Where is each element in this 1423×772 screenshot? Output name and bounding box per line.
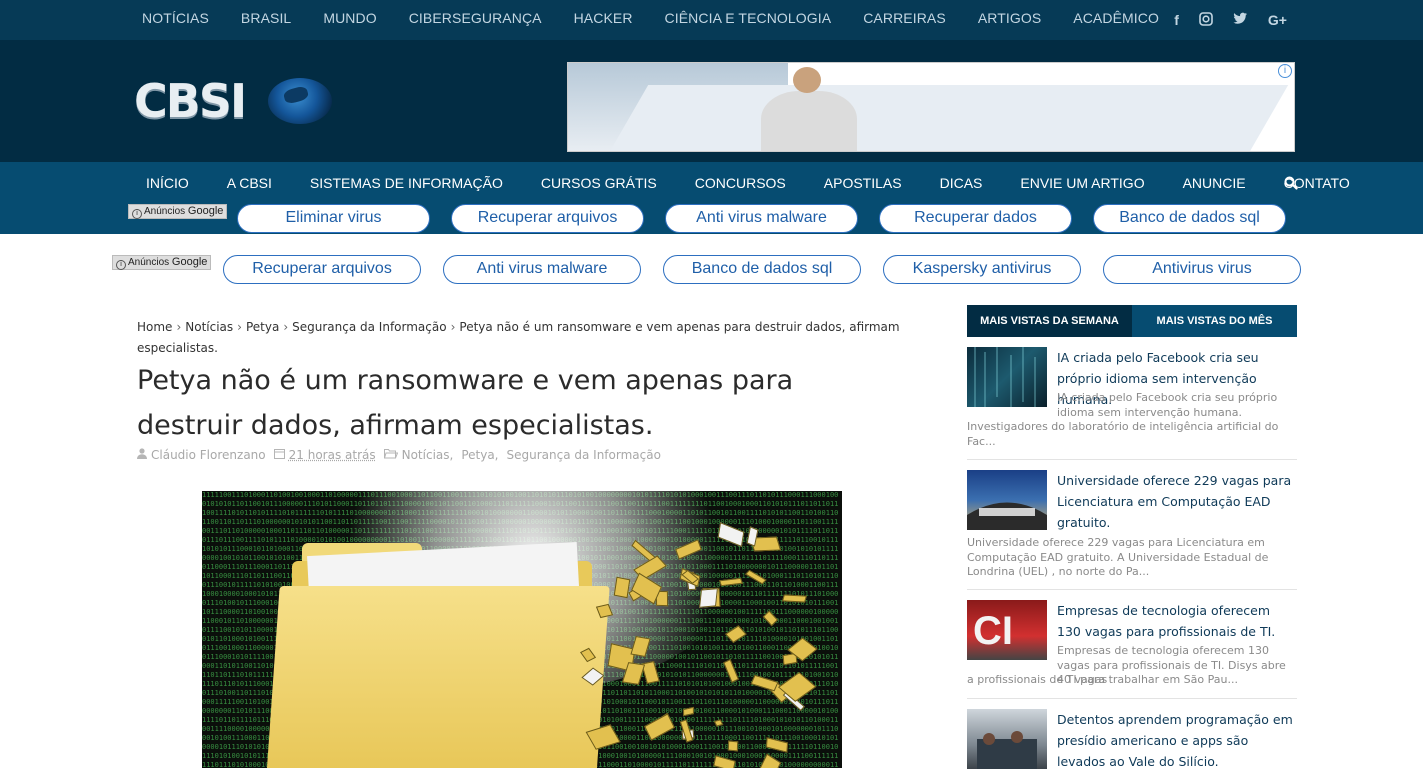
- topnav-ciencia-tecnologia[interactable]: CIÊNCIA E TECNOLOGIA: [649, 0, 848, 40]
- ad-info-icon[interactable]: i: [1278, 64, 1292, 78]
- top-nav: NOTÍCIAS BRASIL MUNDO CIBERSEGURANÇA HAC…: [126, 0, 1175, 40]
- facebook-icon[interactable]: f: [1174, 12, 1179, 28]
- list-item[interactable]: CI Empresas de tecnologia oferecem 130 v…: [967, 600, 1297, 690]
- chevron-right-icon: ›: [283, 320, 288, 334]
- topnav-ciberseguranca[interactable]: CIBERSEGURANÇA: [393, 0, 558, 40]
- topnav-brasil[interactable]: BRASIL: [225, 0, 307, 40]
- breadcrumb-home[interactable]: Home: [137, 320, 172, 334]
- nav-inicio[interactable]: INÍCIO: [127, 162, 208, 204]
- post-excerpt: a profissionais de TI para trabalhar em …: [967, 673, 1297, 688]
- list-item[interactable]: Detentos aprendem programação em presídi…: [967, 709, 1297, 769]
- ad-link[interactable]: Eliminar virus: [237, 204, 430, 233]
- list-item[interactable]: Universidade oferece 229 vagas para Lice…: [967, 470, 1297, 580]
- nav-envie-artigo[interactable]: ENVIE UM ARTIGO: [1001, 162, 1163, 204]
- ads-label[interactable]: i Anúncios Google: [112, 255, 211, 270]
- breadcrumb-petya[interactable]: Petya: [246, 320, 279, 334]
- topnav-noticias[interactable]: NOTÍCIAS: [126, 0, 225, 40]
- post-title[interactable]: Detentos aprendem programação em presídi…: [1057, 709, 1297, 772]
- nav-anuncie[interactable]: ANUNCIE: [1164, 162, 1265, 204]
- ad-link[interactable]: Banco de dados sql: [1093, 204, 1286, 233]
- post-thumbnail[interactable]: [967, 709, 1047, 769]
- breadcrumb: Home › Notícias › Petya › Segurança da Informa…: [137, 317, 927, 359]
- chevron-right-icon: ›: [176, 320, 181, 334]
- post-title[interactable]: Universidade oferece 229 vagas para Lice…: [1057, 470, 1297, 533]
- topnav-mundo[interactable]: MUNDO: [307, 0, 392, 40]
- chevron-right-icon: ›: [237, 320, 242, 334]
- post-date: 21 horas atrás: [289, 448, 376, 462]
- nav-a-cbsi[interactable]: A CBSI: [208, 162, 291, 204]
- topnav-hacker[interactable]: HACKER: [558, 0, 649, 40]
- folder-icon: [384, 448, 398, 462]
- site-logo[interactable]: CBSI: [134, 80, 334, 130]
- nav-cursos-gratis[interactable]: CURSOS GRÁTIS: [522, 162, 676, 204]
- ad-link[interactable]: Anti virus malware: [443, 255, 641, 284]
- author-link[interactable]: Cláudio Florenzano: [151, 448, 266, 462]
- ad-image: [753, 67, 863, 152]
- ad-link[interactable]: Recuperar arquivos: [451, 204, 644, 233]
- ad-link[interactable]: Recuperar dados: [879, 204, 1072, 233]
- ads-label[interactable]: i Anúncios Google: [128, 204, 227, 219]
- topnav-academico[interactable]: ACADÊMICO: [1057, 0, 1175, 40]
- ad-link[interactable]: Anti virus malware: [665, 204, 858, 233]
- header-ad-banner[interactable]: i: [567, 62, 1295, 152]
- nav-concursos[interactable]: CONCURSOS: [676, 162, 805, 204]
- tab-week[interactable]: MAIS VISTAS DA SEMANA: [967, 305, 1132, 337]
- social-links: f G+: [1174, 0, 1287, 40]
- instagram-icon[interactable]: [1199, 12, 1213, 29]
- topnav-carreiras[interactable]: CARREIRAS: [847, 0, 962, 40]
- nav-apostilas[interactable]: APOSTILAS: [805, 162, 921, 204]
- page-title: Petya não é um ransomware e vem apenas p…: [137, 358, 927, 448]
- twitter-icon[interactable]: [1233, 12, 1248, 28]
- breadcrumb-seguranca[interactable]: Segurança da Informação: [292, 320, 446, 334]
- search-icon[interactable]: [1284, 176, 1298, 193]
- breadcrumb-noticias[interactable]: Notícias: [185, 320, 233, 334]
- logo-text: CBSI: [134, 74, 245, 128]
- chevron-right-icon: ›: [451, 320, 456, 334]
- calendar-icon: [274, 448, 285, 462]
- ad-link[interactable]: Recuperar arquivos: [223, 255, 421, 284]
- nav-contato[interactable]: CONTATO: [1265, 162, 1369, 204]
- post-excerpt: IA criada pelo Facebook cria seu próprio…: [967, 391, 1297, 420]
- nav-sistemas-informacao[interactable]: SISTEMAS DE INFORMAÇÃO: [291, 162, 522, 204]
- nav-dicas[interactable]: DICAS: [921, 162, 1002, 204]
- folder-image: [264, 586, 609, 768]
- post-thumbnail[interactable]: [967, 470, 1047, 530]
- sidebar-tabs: MAIS VISTAS DA SEMANA MAIS VISTAS DO MÊS: [967, 305, 1297, 337]
- google-plus-icon[interactable]: G+: [1268, 12, 1287, 28]
- info-icon: i: [116, 260, 126, 270]
- user-icon: [137, 448, 147, 462]
- post-excerpt: Universidade oferece 229 vagas para Lice…: [967, 536, 1297, 580]
- article-meta: Cláudio Florenzano 21 horas atrás Notíci…: [137, 448, 661, 462]
- article-hero-image: 1111100111010001101001001000110100000111…: [202, 491, 842, 768]
- ad-link[interactable]: Banco de dados sql: [663, 255, 861, 284]
- category-link[interactable]: Petya,: [461, 448, 498, 462]
- ad-link[interactable]: Antivirus virus: [1103, 255, 1301, 284]
- topnav-artigos[interactable]: ARTIGOS: [962, 0, 1057, 40]
- top-bar: NOTÍCIAS BRASIL MUNDO CIBERSEGURANÇA HAC…: [0, 0, 1423, 40]
- post-title[interactable]: Empresas de tecnologia oferecem 130 vaga…: [1057, 600, 1297, 642]
- ad-link[interactable]: Kaspersky antivirus: [883, 255, 1081, 284]
- tab-month[interactable]: MAIS VISTAS DO MÊS: [1132, 305, 1297, 337]
- category-link[interactable]: Notícias,: [402, 448, 454, 462]
- category-link[interactable]: Segurança da Informação: [507, 448, 661, 462]
- list-item[interactable]: IA criada pelo Facebook cria seu próprio…: [967, 347, 1297, 457]
- info-icon: i: [132, 209, 142, 219]
- post-excerpt: Investigadores do laboratório de intelig…: [967, 420, 1297, 449]
